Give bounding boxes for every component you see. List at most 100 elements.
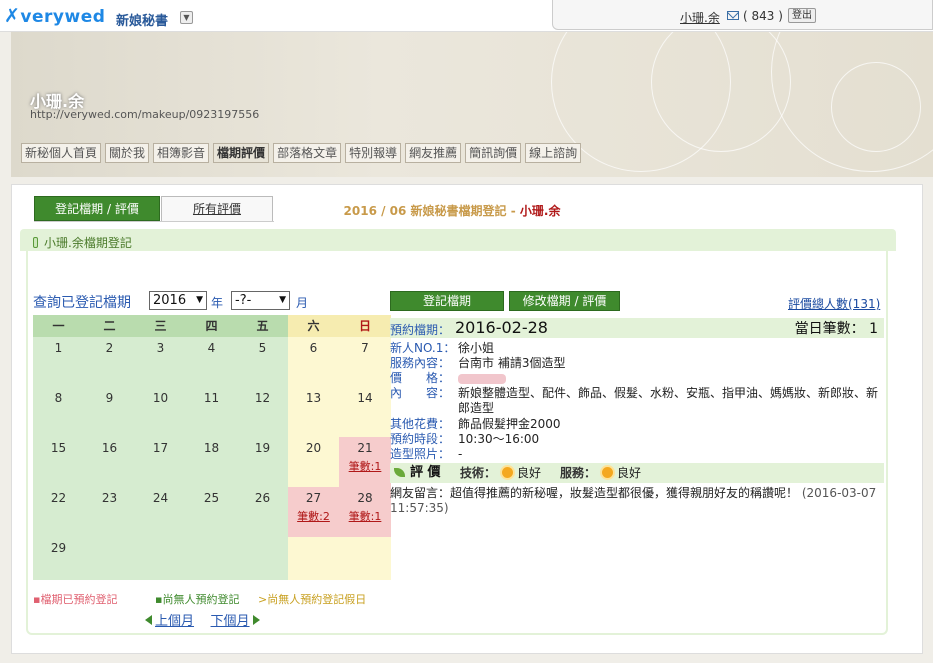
year-select[interactable]: 2016 ▼	[149, 291, 207, 310]
calendar-day: 6	[288, 337, 339, 387]
booking-count-link[interactable]: 筆數:1	[339, 458, 391, 474]
calendar-day: 29	[33, 537, 84, 580]
user-comment: 網友留言：超值得推薦的新秘喔，妝髮造型都很優，獲得親朋好友的稱讚呢！ (2016…	[390, 486, 884, 516]
calendar-day[interactable]: 28 筆數:1	[339, 487, 391, 537]
day-number: 2	[105, 341, 114, 355]
calendar-day: 18	[186, 437, 237, 487]
calendar-day: 5	[237, 337, 288, 387]
nav-blog[interactable]: 部落格文章	[273, 143, 342, 163]
evaluation-bar: 評 價 技術： 良好 服務： 良好	[390, 463, 884, 483]
month-select[interactable]: -?- ▼	[231, 291, 290, 310]
skill-rating: 良好	[517, 466, 542, 480]
booking-count-link[interactable]: 筆數:1	[339, 508, 391, 524]
detail-key: 新人NO.1：	[390, 341, 456, 355]
nav-recommend[interactable]: 網友推薦	[405, 143, 462, 163]
day-number: 29	[50, 541, 67, 555]
chevron-down-icon: ▼	[279, 295, 286, 305]
nav-consult[interactable]: 線上諮詢	[525, 143, 582, 163]
modify-schedule-button[interactable]: 修改檔期 / 評價	[509, 291, 620, 311]
detail-value	[458, 371, 884, 386]
nav-about[interactable]: 關於我	[105, 143, 150, 163]
nav-special[interactable]: 特別報導	[345, 143, 402, 163]
day-number: 12	[254, 391, 271, 405]
bullet-icon	[33, 237, 38, 248]
banner-ornament	[831, 62, 921, 152]
sun-icon	[602, 467, 613, 478]
legend-booked: ▪檔期已預約登記	[33, 593, 118, 606]
detail-key: 服務內容：	[390, 356, 451, 370]
day-number: 1	[54, 341, 63, 355]
day-number: 14	[357, 391, 373, 405]
booking-count-link[interactable]: 筆數:2	[288, 508, 339, 524]
booking-date: 2016-02-28	[455, 318, 548, 337]
day-number: 5	[258, 341, 267, 355]
section-name: 新娘秘書	[116, 14, 169, 29]
legend-free-holiday: >尚無人預約登記假日	[258, 593, 367, 606]
day-number: 11	[203, 391, 220, 405]
calendar-day: 1	[33, 337, 84, 387]
weekday-header: 日	[339, 315, 391, 337]
tab-divider	[34, 221, 274, 222]
calendar-day: 24	[135, 487, 186, 537]
day-number: 4	[207, 341, 216, 355]
calendar-day: 17	[135, 437, 186, 487]
calendar-day: 12	[237, 387, 288, 437]
day-number: 10	[152, 391, 169, 405]
arrow-right-icon	[252, 615, 260, 625]
detail-key: 造型照片：	[390, 447, 451, 461]
day-number: 18	[203, 441, 220, 455]
calendar-day: 26	[237, 487, 288, 537]
weekday-header: 一	[33, 315, 84, 337]
user-box: 小珊.余 ( 843 ) 登出	[552, 0, 933, 30]
content-panel: 登記檔期 / 評價 所有評價 小珊.余檔期登記 2016 / 06 新娘秘書檔期…	[11, 184, 923, 654]
weekday-header: 四	[186, 315, 237, 337]
mail-icon[interactable]	[727, 11, 739, 20]
prev-month-link[interactable]: 上個月	[155, 614, 194, 629]
nav-sms-quote[interactable]: 簡訊詢價	[465, 143, 522, 163]
artist-url[interactable]: http://verywed.com/makeup/0923197556	[30, 108, 259, 121]
calendar-day[interactable]: 21 筆數:1	[339, 437, 391, 487]
day-number: 17	[152, 441, 169, 455]
detail-key: 內 容：	[390, 386, 451, 400]
nav-schedule[interactable]: 檔期評價	[213, 143, 270, 163]
calendar-day: 3	[135, 337, 186, 387]
service-label: 服務：	[560, 466, 597, 480]
calendar-day: 22	[33, 487, 84, 537]
calendar-day: 9	[84, 387, 135, 437]
leaf-icon	[394, 468, 405, 477]
year-unit: 年	[211, 296, 224, 310]
top-bar: ✗verywed 新娘秘書 ▼ 小珊.余 ( 843 ) 登出	[0, 0, 933, 32]
nav-home[interactable]: 新秘個人首頁	[21, 143, 102, 163]
verywed-logo[interactable]: ✗verywed	[4, 5, 105, 27]
calendar-day: 11	[186, 387, 237, 437]
review-count-link[interactable]: 評價總人數(131)	[788, 295, 880, 312]
day-number: 15	[50, 441, 67, 455]
day-number: 26	[254, 491, 271, 505]
next-month-link[interactable]: 下個月	[211, 614, 250, 629]
day-number: 13	[305, 391, 322, 405]
day-number: 22	[50, 491, 67, 505]
sun-icon	[502, 467, 513, 478]
day-number: 24	[152, 491, 169, 505]
calendar-day: 10	[135, 387, 186, 437]
day-number: 7	[361, 341, 369, 355]
calendar-empty-cell	[84, 537, 135, 580]
username-link[interactable]: 小珊.余	[680, 9, 720, 26]
day-number: 6	[309, 341, 318, 355]
calendar-day: 13	[288, 387, 339, 437]
nav-album[interactable]: 相簿影音	[153, 143, 210, 163]
detail-value: 新娘整體造型、配件、飾品、假髮、水粉、安瓶、指甲油、媽媽妝、新郎妝、新郎造型	[458, 386, 879, 415]
calendar-day: 8	[33, 387, 84, 437]
booking-label: 預約檔期：	[390, 323, 451, 337]
day-number: 23	[101, 491, 118, 505]
detail-value: 飾品假髮押金2000	[458, 417, 561, 431]
day-number: 27	[305, 491, 322, 505]
section-bar: 小珊.余檔期登記	[20, 229, 896, 251]
legend-free: ▪尚無人預約登記	[155, 593, 240, 606]
detail-key: 其他花費：	[390, 417, 451, 431]
logout-button[interactable]: 登出	[788, 8, 816, 23]
chevron-down-icon[interactable]: ▼	[180, 11, 193, 24]
register-schedule-button[interactable]: 登記檔期	[390, 291, 504, 311]
calendar-day[interactable]: 27 筆數:2	[288, 487, 339, 537]
day-number: 16	[101, 441, 118, 455]
